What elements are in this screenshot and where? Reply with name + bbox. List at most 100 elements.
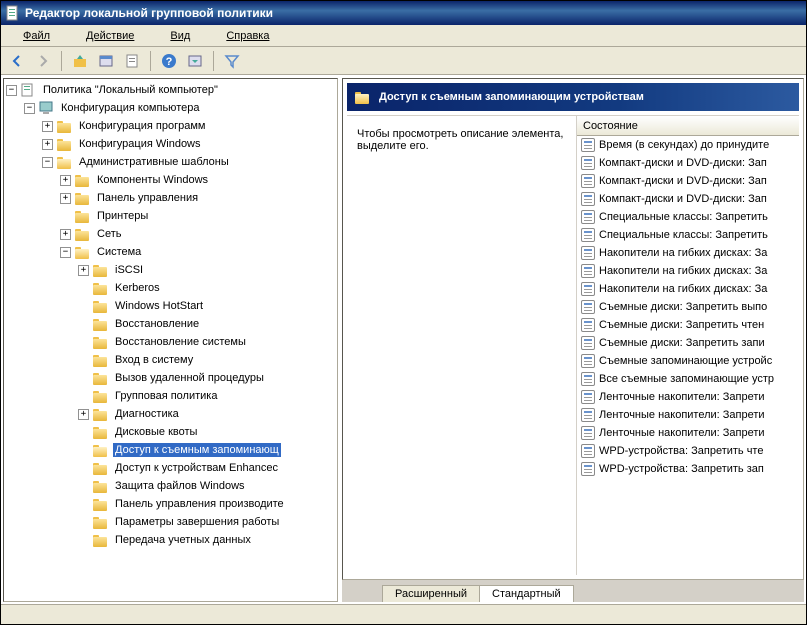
menu-help[interactable]: Справка — [210, 28, 285, 44]
list-item-label: Ленточные накопители: Запрети — [599, 427, 765, 439]
list-item[interactable]: Накопители на гибких дисках: За — [577, 244, 799, 262]
tree-item[interactable]: +Панель управления — [60, 189, 335, 207]
folder-icon — [93, 299, 109, 313]
tree-item[interactable]: Дисковые квоты — [78, 423, 335, 441]
folder-icon — [93, 389, 109, 403]
tree-item[interactable]: Передача учетных данных — [78, 531, 335, 549]
filter-button[interactable] — [220, 50, 244, 72]
tree-item[interactable]: +Диагностика — [78, 405, 335, 423]
plus-icon[interactable]: + — [60, 193, 71, 204]
tree-item[interactable]: +Компоненты Windows — [60, 171, 335, 189]
tree-item[interactable]: Параметры завершения работы — [78, 513, 335, 531]
policy-setting-icon — [581, 336, 595, 350]
forward-button[interactable] — [31, 50, 55, 72]
tree-item[interactable]: Групповая политика — [78, 387, 335, 405]
content-area: − Политика "Локальный компьютер" − Конфи… — [1, 75, 806, 604]
plus-icon[interactable]: + — [60, 229, 71, 240]
back-button[interactable] — [5, 50, 29, 72]
list-item[interactable]: Накопители на гибких дисках: За — [577, 262, 799, 280]
tree-item[interactable]: +Конфигурация Windows — [42, 135, 335, 153]
folder-icon — [93, 515, 109, 529]
description-column: Чтобы просмотреть описание элемента, выд… — [347, 116, 577, 575]
list-item-label: WPD-устройства: Запретить зап — [599, 463, 764, 475]
tree-item[interactable]: Windows HotStart — [78, 297, 335, 315]
help-button[interactable]: ? — [157, 50, 181, 72]
list-item[interactable]: Все съемные запоминающие устр — [577, 370, 799, 388]
plus-icon[interactable]: + — [42, 139, 53, 150]
app-icon — [5, 5, 21, 21]
options-button[interactable] — [183, 50, 207, 72]
statusbar — [1, 604, 806, 624]
list-item-label: Компакт-диски и DVD-диски: Зап — [599, 193, 767, 205]
plus-icon[interactable]: + — [60, 175, 71, 186]
minus-icon[interactable]: − — [24, 103, 35, 114]
toolbar-divider — [213, 51, 214, 71]
tree-root[interactable]: − Политика "Локальный компьютер" — [6, 81, 335, 99]
plus-icon[interactable]: + — [78, 409, 89, 420]
plus-icon[interactable]: + — [78, 265, 89, 276]
tree-item[interactable]: Kerberos — [78, 279, 335, 297]
tree-item[interactable]: Вход в систему — [78, 351, 335, 369]
list-item[interactable]: Накопители на гибких дисках: За — [577, 280, 799, 298]
folder-icon — [93, 425, 109, 439]
tree-item[interactable]: Восстановление — [78, 315, 335, 333]
list-item[interactable]: Съемные запоминающие устройс — [577, 352, 799, 370]
tree-system[interactable]: −Система — [60, 243, 335, 261]
minus-icon[interactable]: − — [6, 85, 17, 96]
list-item[interactable]: Ленточные накопители: Запрети — [577, 406, 799, 424]
column-header-state[interactable]: Состояние — [577, 116, 799, 136]
tree-item[interactable]: +iSCSI — [78, 261, 335, 279]
tab-extended[interactable]: Расширенный — [382, 585, 480, 602]
tree-item[interactable]: Панель управления производите — [78, 495, 335, 513]
toolbar: ? — [1, 47, 806, 75]
folder-icon — [93, 317, 109, 331]
minus-icon[interactable]: − — [42, 157, 53, 168]
tree-item[interactable]: Защита файлов Windows — [78, 477, 335, 495]
list-item[interactable]: Компакт-диски и DVD-диски: Зап — [577, 190, 799, 208]
tree-removable-storage[interactable]: Доступ к съемным запоминающ — [78, 441, 335, 459]
list-item[interactable]: WPD-устройства: Запретить зап — [577, 460, 799, 478]
list-item[interactable]: Съемные диски: Запретить выпо — [577, 298, 799, 316]
tree-admin-templates[interactable]: −Административные шаблоны — [42, 153, 335, 171]
list-item-label: Все съемные запоминающие устр — [599, 373, 774, 385]
menu-file[interactable]: Файл — [7, 28, 66, 44]
folder-open-icon — [75, 245, 91, 259]
folder-icon — [75, 227, 91, 241]
menubar: Файл Действие Вид Справка — [1, 25, 806, 47]
details-header: Доступ к съемным запоминающим устройства… — [347, 83, 799, 111]
menu-view[interactable]: Вид — [154, 28, 206, 44]
menu-action[interactable]: Действие — [70, 28, 150, 44]
computer-icon — [39, 101, 55, 115]
tree-item[interactable]: Доступ к устройствам Enhancec — [78, 459, 335, 477]
tree-item[interactable]: Принтеры — [60, 207, 335, 225]
list-item[interactable]: Время (в секундах) до принудите — [577, 136, 799, 154]
tree-item[interactable]: Восстановление системы — [78, 333, 335, 351]
tree-item[interactable]: Вызов удаленной процедуры — [78, 369, 335, 387]
list-item[interactable]: Специальные классы: Запретить — [577, 208, 799, 226]
list-item-label: Ленточные накопители: Запрети — [599, 409, 765, 421]
folder-icon — [93, 479, 109, 493]
properties-button[interactable] — [94, 50, 118, 72]
list-item[interactable]: Съемные диски: Запретить запи — [577, 334, 799, 352]
minus-icon[interactable]: − — [60, 247, 71, 258]
plus-icon[interactable]: + — [42, 121, 53, 132]
tree-item[interactable]: +Конфигурация программ — [42, 117, 335, 135]
list-item[interactable]: Специальные классы: Запретить — [577, 226, 799, 244]
list-item-label: Съемные диски: Запретить выпо — [599, 301, 767, 313]
list-item-label: Компакт-диски и DVD-диски: Зап — [599, 175, 767, 187]
tree-computer-config[interactable]: − Конфигурация компьютера — [24, 99, 335, 117]
tree-panel[interactable]: − Политика "Локальный компьютер" − Конфи… — [3, 78, 338, 602]
export-button[interactable] — [120, 50, 144, 72]
list-item[interactable]: Ленточные накопители: Запрети — [577, 388, 799, 406]
list-item[interactable]: Ленточные накопители: Запрети — [577, 424, 799, 442]
tab-standard[interactable]: Стандартный — [479, 585, 574, 602]
folder-icon — [93, 461, 109, 475]
list-item[interactable]: Компакт-диски и DVD-диски: Зап — [577, 172, 799, 190]
list-item[interactable]: WPD-устройства: Запретить чте — [577, 442, 799, 460]
up-button[interactable] — [68, 50, 92, 72]
list-item[interactable]: Съемные диски: Запретить чтен — [577, 316, 799, 334]
policy-setting-icon — [581, 228, 595, 242]
list-item[interactable]: Компакт-диски и DVD-диски: Зап — [577, 154, 799, 172]
folder-icon — [57, 137, 73, 151]
tree-item[interactable]: +Сеть — [60, 225, 335, 243]
